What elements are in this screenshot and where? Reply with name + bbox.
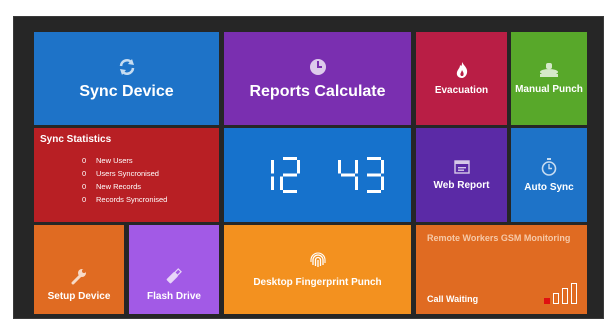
clock-digit — [280, 157, 300, 193]
stats-value: 0 — [82, 182, 87, 191]
stats-row: 0 Records Syncronised — [82, 193, 167, 206]
setup-device-label: Setup Device — [47, 291, 111, 302]
clock-digit — [338, 160, 358, 190]
flash-drive-tile[interactable]: Flash Drive — [129, 225, 219, 314]
call-status: Call Waiting — [427, 294, 479, 304]
fire-icon — [456, 62, 467, 78]
stats-label: Records Syncronised — [96, 195, 168, 204]
signal-bar — [544, 298, 550, 304]
browser-icon — [453, 159, 470, 174]
stats-row: 0 New Users — [82, 154, 167, 167]
evacuation-tile[interactable]: Evacuation — [416, 32, 507, 125]
stats-label: New Records — [96, 182, 142, 191]
wrench-icon — [71, 269, 86, 285]
web-report-tile[interactable]: Web Report — [416, 128, 507, 222]
clock-digit — [367, 157, 384, 193]
signal-bar — [571, 283, 577, 304]
stats-value: 0 — [82, 195, 87, 204]
sync-icon — [119, 58, 134, 75]
setup-device-tile[interactable]: Setup Device — [34, 225, 124, 314]
desktop-fingerprint-punch-label: Desktop Fingerprint Punch — [253, 277, 382, 288]
fingerprint-icon — [309, 252, 326, 267]
reports-calculate-tile[interactable]: Reports Calculate — [224, 32, 411, 125]
reports-calculate-label: Reports Calculate — [249, 82, 386, 100]
stopwatch-icon — [541, 157, 557, 176]
manual-punch-tile[interactable]: Manual Punch — [511, 32, 587, 125]
clock-digit — [271, 160, 274, 190]
stats-value: 0 — [82, 169, 87, 178]
digital-clock-display — [271, 157, 384, 193]
usb-icon — [166, 268, 182, 284]
dashboard-frame: Sync Device Reports Calculate Evacuation… — [13, 16, 604, 319]
sync-device-label: Sync Device — [79, 82, 174, 100]
digital-clock-tile — [224, 128, 411, 222]
stats-row: 0 New Records — [82, 180, 167, 193]
sync-device-tile[interactable]: Sync Device — [34, 32, 219, 125]
signal-bar — [553, 293, 559, 304]
stats-row: 0 Users Syncronised — [82, 167, 167, 180]
stamp-icon — [540, 63, 558, 77]
gsm-monitoring-tile[interactable]: Remote Workers GSM Monitoring Call Waiti… — [416, 225, 587, 314]
sync-statistics-title: Sync Statistics — [40, 134, 112, 145]
evacuation-label: Evacuation — [434, 85, 489, 96]
gsm-monitoring-title: Remote Workers GSM Monitoring — [427, 233, 571, 243]
auto-sync-label: Auto Sync — [524, 181, 574, 193]
signal-strength-icon — [544, 283, 577, 304]
signal-bar — [562, 288, 568, 304]
stats-label: Users Syncronised — [96, 169, 159, 178]
stats-label: New Users — [96, 156, 133, 165]
manual-punch-label: Manual Punch — [515, 84, 583, 95]
web-report-label: Web Report — [433, 179, 490, 191]
stats-value: 0 — [82, 156, 87, 165]
sync-statistics-list: 0 New Users 0 Users Syncronised 0 New Recor… — [82, 154, 167, 206]
clock-icon — [309, 58, 326, 75]
auto-sync-tile[interactable]: Auto Sync — [511, 128, 587, 222]
desktop-fingerprint-punch-tile[interactable]: Desktop Fingerprint Punch — [224, 225, 411, 314]
sync-statistics-tile: Sync Statistics 0 New Users 0 Users Syncro… — [34, 128, 219, 222]
flash-drive-label: Flash Drive — [147, 291, 201, 302]
